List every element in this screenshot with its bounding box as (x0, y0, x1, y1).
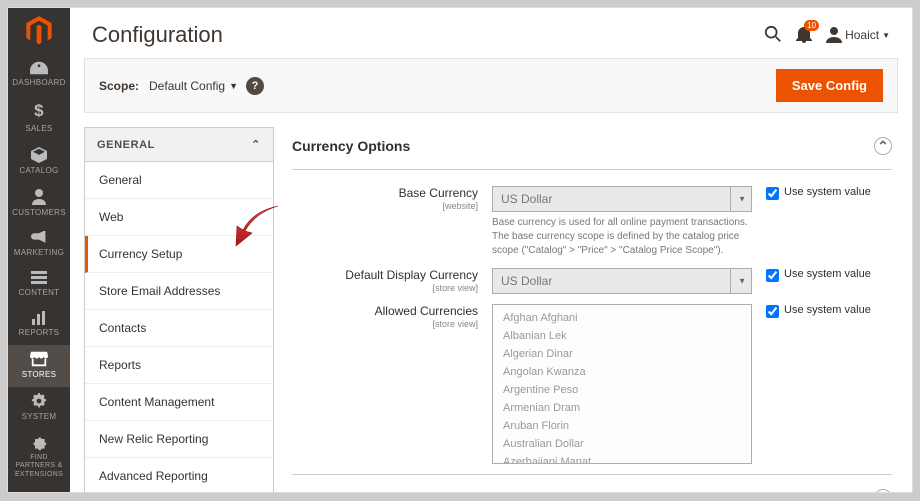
section-currency-options[interactable]: Currency Options ⌃ (292, 127, 892, 170)
scope-value[interactable]: Default Config (149, 79, 225, 93)
use-system-label: Use system value (784, 268, 871, 280)
nav-dashboard[interactable]: DASHBOARD (8, 55, 70, 95)
chevron-up-icon: ⌃ (251, 138, 261, 151)
nav-sales-label: SALES (25, 124, 52, 133)
tab-group-general[interactable]: GENERAL ⌃ (84, 127, 274, 162)
nav-system-label: SYSTEM (22, 412, 57, 421)
field-allowed-label: Allowed Currencies (375, 304, 478, 318)
tab-group-general-label: GENERAL (97, 139, 155, 151)
allowed-currencies-multiselect[interactable]: Afghan Afghani Albanian Lek Algerian Din… (492, 304, 752, 464)
currency-option[interactable]: Australian Dollar (493, 435, 751, 453)
field-default-display-currency: Default Display Currency [store view] US… (292, 268, 892, 294)
tab-store-email[interactable]: Store Email Addresses (85, 273, 273, 310)
expand-icon[interactable]: ⌄ (874, 489, 892, 492)
default-display-currency-select[interactable]: US Dollar (492, 268, 752, 294)
search-button[interactable] (764, 25, 782, 46)
nav-sales[interactable]: $ SALES (8, 95, 70, 141)
puzzle-icon (31, 435, 47, 451)
field-allowed-scope: [store view] (292, 319, 478, 329)
scope-label: Scope: (99, 79, 139, 93)
tab-contacts[interactable]: Contacts (85, 310, 273, 347)
currency-option[interactable]: Algerian Dinar (493, 345, 751, 363)
nav-stores-label: STORES (22, 370, 57, 379)
tab-advanced-reporting[interactable]: Advanced Reporting (85, 458, 273, 492)
currency-option[interactable]: Armenian Dram (493, 399, 751, 417)
chevron-down-icon[interactable]: ▼ (229, 81, 238, 91)
chevron-down-icon: ▼ (882, 31, 890, 40)
nav-reports[interactable]: REPORTS (8, 305, 70, 345)
config-panel: Currency Options ⌃ Base Currency [websit… (292, 127, 898, 492)
page-header: Configuration 10 Hoaict ▼ (70, 8, 912, 58)
nav-catalog-label: CATALOG (19, 166, 58, 175)
nav-catalog[interactable]: CATALOG (8, 141, 70, 183)
bullhorn-icon (31, 231, 47, 245)
collapse-icon[interactable]: ⌃ (874, 137, 892, 155)
bar-chart-icon (31, 311, 47, 325)
nav-marketing[interactable]: MARKETING (8, 225, 70, 265)
dollar-icon: $ (10, 101, 68, 121)
search-icon (764, 25, 782, 43)
field-base-currency-scope: [website] (292, 201, 478, 211)
use-system-label: Use system value (784, 304, 871, 316)
section-fixer[interactable]: Fixer.io ⌄ (292, 474, 892, 492)
nav-dashboard-label: DASHBOARD (12, 78, 65, 87)
currency-option[interactable]: Afghan Afghani (493, 309, 751, 327)
scope-bar: Scope: Default Config ▼ ? Save Config (84, 58, 898, 113)
currency-option[interactable]: Albanian Lek (493, 327, 751, 345)
nav-reports-label: REPORTS (19, 328, 60, 337)
currency-option[interactable]: Angolan Kwanza (493, 363, 751, 381)
tab-new-relic[interactable]: New Relic Reporting (85, 421, 273, 458)
user-menu[interactable]: Hoaict ▼ (826, 27, 890, 43)
notification-count-badge: 10 (804, 20, 819, 31)
help-tooltip[interactable]: ? (246, 77, 264, 95)
field-base-currency-label: Base Currency (399, 186, 478, 200)
nav-customers[interactable]: CUSTOMERS (8, 183, 70, 225)
field-default-display-label: Default Display Currency (345, 268, 478, 282)
field-default-display-scope: [store view] (292, 283, 478, 293)
tab-general[interactable]: General (85, 162, 273, 199)
user-name: Hoaict (845, 28, 879, 42)
config-tabs: GENERAL ⌃ General Web Currency Setup Sto… (84, 127, 274, 492)
field-base-currency: Base Currency [website] US Dollar Base c… (292, 186, 892, 258)
nav-system[interactable]: SYSTEM (8, 387, 70, 429)
admin-sidebar: DASHBOARD $ SALES CATALOG CUSTOMERS MARK… (8, 8, 70, 492)
field-allowed-currencies: Allowed Currencies [store view] Afghan A… (292, 304, 892, 464)
user-avatar-icon (826, 27, 842, 43)
section-currency-options-label: Currency Options (292, 138, 410, 154)
nav-customers-label: CUSTOMERS (12, 208, 66, 217)
use-system-label: Use system value (784, 186, 871, 198)
section-fixer-label: Fixer.io (292, 490, 341, 492)
cube-icon (31, 147, 47, 163)
layout-icon (31, 271, 47, 285)
tab-currency-setup[interactable]: Currency Setup (85, 236, 273, 273)
currency-option[interactable]: Argentine Peso (493, 381, 751, 399)
nav-partners-label: FIND PARTNERS & EXTENSIONS (10, 454, 68, 479)
nav-content-label: CONTENT (19, 288, 60, 297)
store-icon (30, 351, 48, 367)
gauge-icon (30, 61, 48, 75)
nav-content[interactable]: CONTENT (8, 265, 70, 305)
tab-reports[interactable]: Reports (85, 347, 273, 384)
nav-partners[interactable]: FIND PARTNERS & EXTENSIONS (8, 429, 70, 487)
tab-web[interactable]: Web (85, 199, 273, 236)
base-currency-select[interactable]: US Dollar (492, 186, 752, 212)
save-config-button[interactable]: Save Config (776, 69, 883, 102)
default-display-use-system-checkbox[interactable] (766, 269, 779, 282)
base-currency-note: Base currency is used for all online pay… (492, 216, 752, 258)
nav-marketing-label: MARKETING (14, 248, 64, 257)
gear-icon (31, 393, 47, 409)
notifications-button[interactable]: 10 (796, 25, 812, 46)
currency-option[interactable]: Aruban Florin (493, 417, 751, 435)
user-icon (32, 189, 46, 205)
currency-option[interactable]: Azerbaijani Manat (493, 453, 751, 464)
base-currency-use-system-checkbox[interactable] (766, 187, 779, 200)
allowed-use-system-checkbox[interactable] (766, 305, 779, 318)
tab-content-management[interactable]: Content Management (85, 384, 273, 421)
magento-logo (8, 8, 70, 55)
page-title: Configuration (92, 22, 764, 48)
nav-stores[interactable]: STORES (8, 345, 70, 387)
